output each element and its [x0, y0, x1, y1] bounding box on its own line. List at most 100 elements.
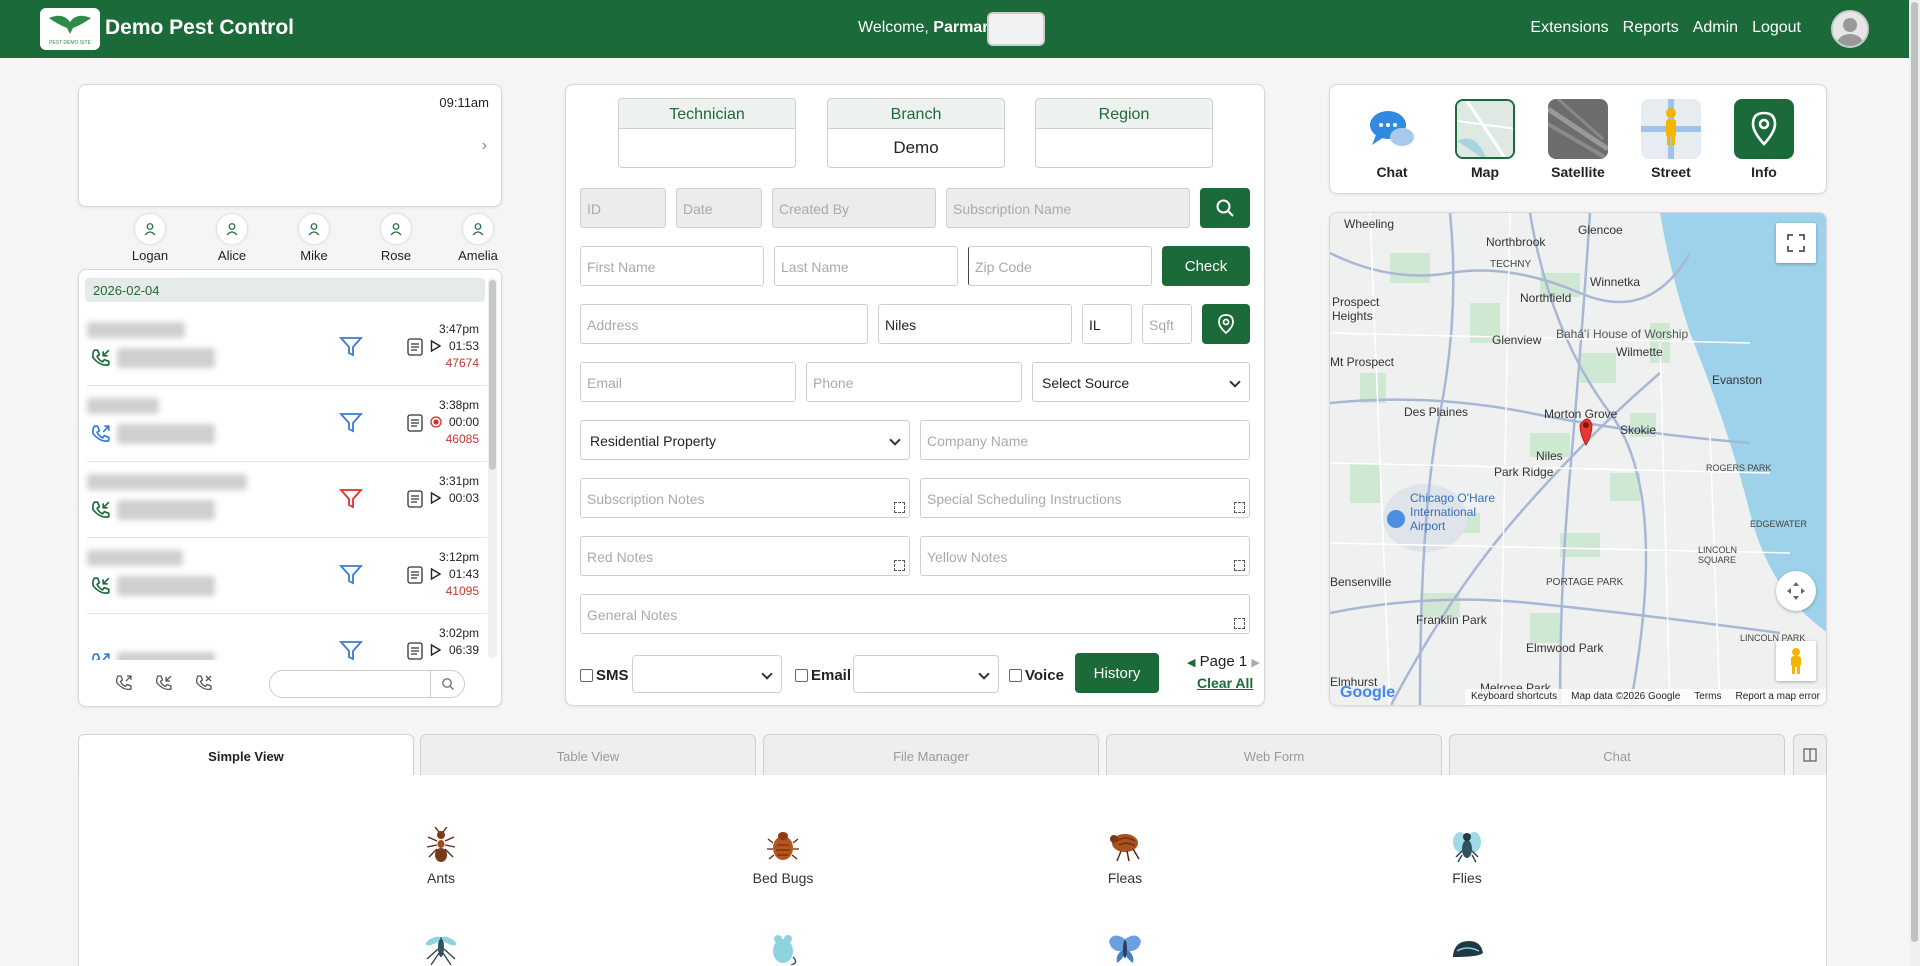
keyboard-shortcuts-link[interactable]: Keyboard shortcuts: [1471, 691, 1557, 703]
clear-all-link[interactable]: Clear All: [1197, 675, 1253, 691]
technician-box[interactable]: Technician: [618, 98, 796, 168]
pest-mosquito-partial[interactable]: [381, 929, 501, 966]
technician-logan[interactable]: Logan: [128, 214, 172, 263]
view-map[interactable]: Map: [1454, 99, 1516, 180]
view-satellite[interactable]: Satellite: [1547, 99, 1609, 180]
pest-slug-partial[interactable]: [1407, 929, 1527, 966]
play-icon[interactable]: [430, 567, 442, 583]
company-name-field[interactable]: Company Name: [920, 420, 1250, 460]
user-select[interactable]: [987, 12, 1045, 46]
red-notes-field[interactable]: Red Notes: [580, 536, 910, 576]
pegman-icon[interactable]: [1776, 641, 1816, 681]
voice-checkbox[interactable]: Voice: [1009, 667, 1064, 684]
page-scrollbar[interactable]: [1909, 0, 1920, 966]
call-search-input[interactable]: [269, 670, 465, 698]
filter-icon[interactable]: [338, 488, 364, 513]
view-chat[interactable]: Chat: [1361, 99, 1423, 180]
notes-icon[interactable]: [407, 414, 423, 435]
all-calls-icon[interactable]: [115, 674, 133, 695]
search-button[interactable]: [1200, 188, 1250, 228]
play-icon[interactable]: [430, 339, 442, 355]
filter-icon[interactable]: [338, 336, 364, 361]
filter-icon[interactable]: [338, 412, 364, 437]
pest-bed-bugs[interactable]: Bed Bugs: [723, 827, 843, 886]
nav-admin[interactable]: Admin: [1693, 19, 1738, 37]
sqft-field[interactable]: Sqft: [1142, 304, 1192, 344]
terms-link[interactable]: Terms: [1694, 691, 1721, 703]
email-field[interactable]: Email: [580, 362, 796, 402]
id-field[interactable]: ID: [580, 188, 666, 228]
technician-rose[interactable]: Rose: [374, 214, 418, 263]
locate-button[interactable]: [1202, 304, 1250, 344]
call-row[interactable]: 3:47pm 01:53 47674: [87, 310, 487, 386]
tab-file-manager[interactable]: File Manager: [763, 734, 1099, 776]
region-box[interactable]: Region: [1035, 98, 1213, 168]
nav-extensions[interactable]: Extensions: [1530, 19, 1608, 37]
play-icon[interactable]: [430, 491, 442, 507]
city-field[interactable]: Niles: [878, 304, 1072, 344]
tab-chat[interactable]: Chat: [1449, 734, 1785, 776]
avatar[interactable]: [1831, 10, 1869, 48]
pest-ants[interactable]: Ants: [381, 826, 501, 886]
call-row[interactable]: 3:12pm 01:43 41095: [87, 538, 487, 614]
technician-amelia[interactable]: Amelia: [456, 214, 500, 263]
yellow-notes-field[interactable]: Yellow Notes: [920, 536, 1250, 576]
chevron-right-icon[interactable]: ›: [482, 137, 487, 155]
state-field[interactable]: IL: [1082, 304, 1132, 344]
notes-icon[interactable]: [407, 338, 423, 359]
nav-logout[interactable]: Logout: [1752, 19, 1801, 37]
company-logo[interactable]: PEST DEMO SITE: [40, 8, 100, 50]
nav-reports[interactable]: Reports: [1623, 19, 1679, 37]
email-checkbox[interactable]: Email: [795, 667, 851, 684]
tab-web-form[interactable]: Web Form: [1106, 734, 1442, 776]
tab-simple-view[interactable]: Simple View: [78, 734, 414, 777]
call-row[interactable]: 3:31pm 00:03: [87, 462, 487, 538]
pest-moth-partial[interactable]: [1065, 929, 1185, 966]
play-icon[interactable]: [430, 643, 442, 659]
view-street[interactable]: Street: [1640, 99, 1702, 180]
report-map-error-link[interactable]: Report a map error: [1736, 691, 1820, 703]
call-row[interactable]: 3:38pm 00:00 46085: [87, 386, 487, 462]
missed-calls-icon[interactable]: [195, 674, 213, 695]
scheduling-instructions-field[interactable]: Special Scheduling Instructions: [920, 478, 1250, 518]
property-type-select[interactable]: Residential Property: [580, 420, 910, 460]
call-log-scrollbar[interactable]: [488, 278, 497, 658]
search-icon[interactable]: [430, 671, 464, 697]
branch-box[interactable]: Branch Demo: [827, 98, 1005, 168]
last-name-field[interactable]: Last Name: [774, 246, 958, 286]
next-page-icon[interactable]: ▶: [1251, 657, 1259, 669]
address-field[interactable]: Address: [580, 304, 868, 344]
sms-checkbox[interactable]: SMS: [580, 667, 629, 684]
sms-template-select[interactable]: [632, 655, 782, 693]
split-view-icon[interactable]: [1793, 734, 1827, 776]
tab-table-view[interactable]: Table View: [420, 734, 756, 776]
record-icon[interactable]: [430, 416, 442, 431]
phone-field[interactable]: Phone: [806, 362, 1022, 402]
incoming-calls-icon[interactable]: [155, 674, 173, 695]
date-field[interactable]: Date: [676, 188, 762, 228]
filter-icon[interactable]: [338, 564, 364, 589]
pest-flies[interactable]: Flies: [1407, 827, 1527, 886]
map-pan-control-icon[interactable]: [1776, 571, 1816, 611]
view-info[interactable]: Info: [1733, 99, 1795, 180]
check-button[interactable]: Check: [1162, 246, 1250, 286]
email-template-select[interactable]: [853, 655, 999, 693]
created-by-field[interactable]: Created By: [772, 188, 936, 228]
pest-fleas[interactable]: Fleas: [1065, 827, 1185, 886]
prev-page-icon[interactable]: ◀: [1187, 657, 1195, 669]
pest-mouse-partial[interactable]: [723, 929, 843, 966]
subscription-name-field[interactable]: Subscription Name: [946, 188, 1190, 228]
fullscreen-icon[interactable]: [1776, 223, 1816, 263]
subscription-notes-field[interactable]: Subscription Notes: [580, 478, 910, 518]
notes-icon[interactable]: [407, 566, 423, 587]
zip-code-field[interactable]: Zip Code: [968, 246, 1152, 286]
technician-alice[interactable]: Alice: [210, 214, 254, 263]
brand-name[interactable]: Demo Pest Control: [105, 16, 294, 40]
first-name-field[interactable]: First Name: [580, 246, 764, 286]
notes-icon[interactable]: [407, 490, 423, 511]
technician-mike[interactable]: Mike: [292, 214, 336, 263]
map-canvas[interactable]: Wheeling Glencoe Northbrook TECHNY Winne…: [1329, 212, 1827, 706]
source-select[interactable]: Select Source: [1032, 362, 1250, 402]
history-button[interactable]: History: [1075, 653, 1159, 693]
general-notes-field[interactable]: General Notes: [580, 594, 1250, 634]
